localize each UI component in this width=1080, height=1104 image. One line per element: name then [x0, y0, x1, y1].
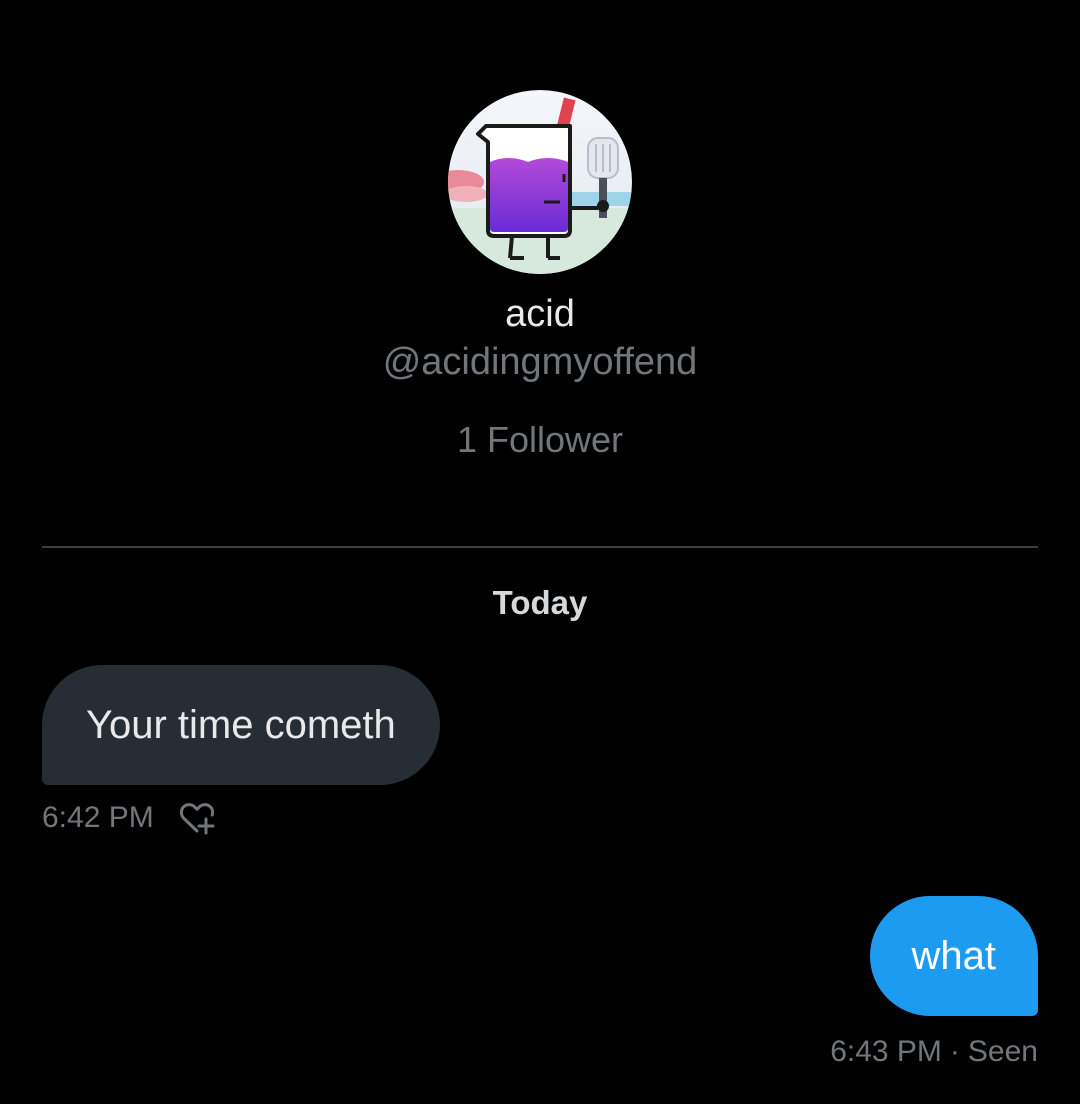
section-divider — [42, 546, 1038, 548]
meta-separator-dot: · — [949, 1035, 960, 1068]
profile-display-name[interactable]: acid — [0, 292, 1080, 336]
incoming-message-timestamp: 6:42 PM — [42, 801, 154, 834]
add-reaction-button[interactable] — [176, 798, 218, 838]
outgoing-message-meta: 6:43 PM · Seen — [830, 1032, 1038, 1072]
add-reaction-heart-icon — [179, 803, 215, 835]
incoming-message-bubble[interactable]: Your time cometh — [42, 665, 440, 785]
incoming-message-meta: 6:42 PM — [42, 798, 218, 838]
outgoing-message-bubble[interactable]: what — [869, 896, 1038, 1016]
profile-handle[interactable]: @acidingmyoffend — [0, 340, 1080, 384]
beaker-character-avatar-icon — [448, 90, 632, 274]
outgoing-message-text: what — [911, 933, 997, 978]
read-receipt-status: Seen — [967, 1035, 1038, 1068]
date-separator: Today — [492, 584, 588, 621]
profile-follower-count[interactable]: 1 Follower — [0, 418, 1080, 462]
profile-avatar[interactable] — [448, 90, 632, 274]
outgoing-message-timestamp: 6:43 PM — [830, 1035, 942, 1068]
incoming-message-text: Your time cometh — [86, 702, 396, 747]
